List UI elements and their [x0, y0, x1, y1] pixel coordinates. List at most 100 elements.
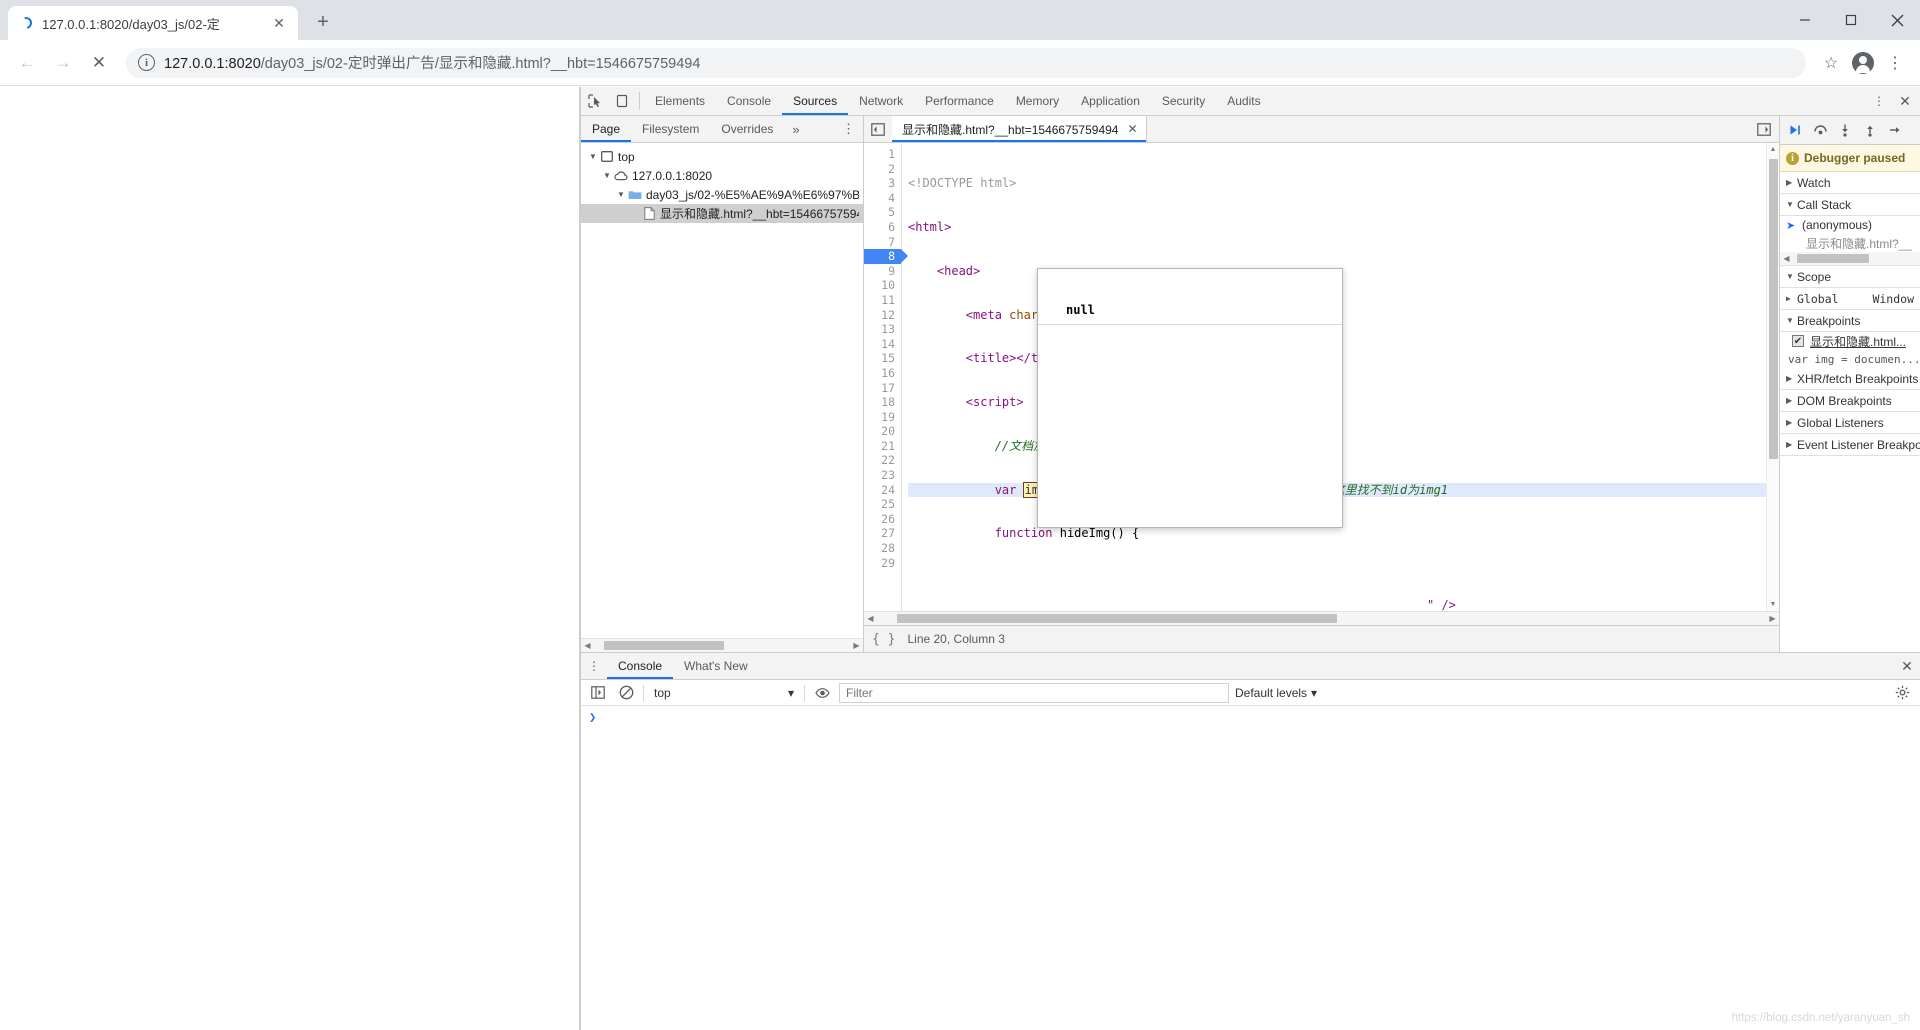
drawer-close-icon[interactable]: ✕	[1894, 653, 1920, 679]
chevron-down-icon[interactable]: ▼	[1786, 272, 1797, 281]
show-debugger-icon[interactable]	[1749, 116, 1779, 142]
line-number[interactable]: 6	[864, 220, 901, 235]
scroll-track[interactable]	[1793, 252, 1920, 265]
line-number[interactable]: 24	[864, 483, 901, 498]
line-number[interactable]: 26	[864, 512, 901, 527]
line-number[interactable]: 10	[864, 278, 901, 293]
tab-application[interactable]: Application	[1070, 87, 1151, 115]
tab-sources[interactable]: Sources	[782, 87, 849, 115]
section-scope[interactable]: ▼ Scope	[1780, 266, 1920, 288]
line-number[interactable]: 2	[864, 162, 901, 177]
line-number[interactable]: 21	[864, 439, 901, 454]
tab-security[interactable]: Security	[1151, 87, 1216, 115]
scope-global[interactable]: ▶ Global Window	[1780, 288, 1920, 310]
page-info-icon[interactable]: i	[138, 54, 155, 71]
tab-performance[interactable]: Performance	[914, 87, 1005, 115]
line-number[interactable]: 25	[864, 497, 901, 512]
back-icon[interactable]: ←	[10, 46, 44, 80]
line-number-gutter[interactable]: 1 2 3 4 5 6 7 8 9 10 11 12 13 14 15 16 1	[864, 143, 908, 611]
clear-console-icon[interactable]	[615, 683, 637, 703]
navtab-page[interactable]: Page	[581, 116, 632, 142]
line-number[interactable]: 15	[864, 351, 901, 366]
chevron-right-icon[interactable]: ▶	[1786, 374, 1797, 383]
breakpoint-checkbox[interactable]: ✔	[1792, 335, 1804, 347]
line-number[interactable]: 14	[864, 337, 901, 352]
line-number[interactable]: 7	[864, 235, 901, 250]
chevron-down-icon[interactable]: ▼	[601, 171, 613, 180]
tab-elements[interactable]: Elements	[644, 87, 716, 115]
close-icon[interactable]: ✕	[1127, 122, 1137, 136]
line-number[interactable]: 11	[864, 293, 901, 308]
chevron-right-icon[interactable]: ▶	[1786, 178, 1797, 187]
line-number[interactable]: 13	[864, 322, 901, 337]
chevron-right-icon[interactable]: ▶	[1786, 294, 1797, 303]
source-file-tab[interactable]: 显示和隐藏.html?__hbt=1546675759494 ✕	[892, 116, 1147, 142]
chevron-down-icon[interactable]: ▼	[615, 190, 627, 199]
drawer-tab-console[interactable]: Console	[607, 653, 674, 679]
pretty-print-icon[interactable]: { }	[872, 632, 895, 647]
execution-context-select[interactable]: top ▾	[650, 683, 798, 703]
navtab-overrides[interactable]: Overrides	[710, 116, 784, 142]
resume-icon[interactable]	[1784, 119, 1806, 141]
stop-loading-icon[interactable]: ✕	[82, 46, 116, 80]
navigator-hscrollbar[interactable]: ◀ ▶	[581, 638, 863, 652]
tab-memory[interactable]: Memory	[1005, 87, 1070, 115]
code-editor[interactable]: 1 2 3 4 5 6 7 8 9 10 11 12 13 14 15 16 1	[864, 143, 1779, 611]
browser-tab[interactable]: 127.0.0.1:8020/day03_js/02-定 ✕	[8, 6, 298, 40]
section-global-listeners[interactable]: ▶ Global Listeners	[1780, 412, 1920, 434]
line-number[interactable]: 18	[864, 395, 901, 410]
section-event-listener-breakpoints[interactable]: ▶ Event Listener Breakpo	[1780, 434, 1920, 456]
chevron-down-icon[interactable]: ▾	[788, 686, 794, 700]
forward-icon[interactable]: →	[46, 46, 80, 80]
step-out-icon[interactable]	[1859, 119, 1881, 141]
inspect-element-icon[interactable]	[581, 87, 608, 115]
scroll-down-icon[interactable]: ▼	[1767, 598, 1779, 611]
close-window-icon[interactable]	[1874, 4, 1920, 36]
show-navigator-icon[interactable]	[864, 116, 892, 142]
call-stack-hscrollbar[interactable]: ◀	[1780, 252, 1920, 266]
close-icon[interactable]: ✕	[270, 14, 288, 32]
line-number[interactable]: 1	[864, 147, 901, 162]
minimize-icon[interactable]	[1782, 4, 1828, 36]
address-bar[interactable]: i 127.0.0.1:8020/day03_js/02-定时弹出广告/显示和隐…	[126, 47, 1806, 78]
scroll-right-icon[interactable]: ▶	[850, 641, 863, 650]
devtools-close-icon[interactable]: ✕	[1890, 87, 1920, 115]
console-prompt[interactable]: ❯	[581, 710, 1920, 724]
gear-icon[interactable]	[1890, 685, 1914, 700]
chevron-down-icon[interactable]: ▼	[1786, 200, 1797, 209]
line-number[interactable]: 12	[864, 308, 901, 323]
call-stack-frame[interactable]: ➤ (anonymous)	[1780, 216, 1920, 234]
console-filter-input[interactable]: Filter	[839, 682, 1229, 703]
breakpoint-file[interactable]: 显示和隐藏.html...	[1810, 333, 1906, 350]
line-number[interactable]: 27	[864, 526, 901, 541]
bookmark-star-icon[interactable]: ☆	[1816, 48, 1846, 78]
breakpoint-line-number[interactable]: 8	[864, 249, 908, 264]
line-number[interactable]: 17	[864, 381, 901, 396]
section-watch[interactable]: ▶ Watch	[1780, 172, 1920, 194]
tab-console[interactable]: Console	[716, 87, 782, 115]
device-toolbar-icon[interactable]	[608, 87, 635, 115]
tree-item-top[interactable]: ▼ top	[581, 147, 863, 166]
new-tab-button[interactable]: +	[308, 7, 338, 37]
scroll-left-icon[interactable]: ◀	[581, 641, 594, 650]
chevron-right-icon[interactable]: ▶	[1786, 440, 1797, 449]
scroll-up-icon[interactable]: ▲	[1767, 143, 1779, 156]
section-breakpoints[interactable]: ▼ Breakpoints	[1780, 310, 1920, 332]
avatar[interactable]	[1848, 48, 1878, 78]
scroll-track[interactable]	[594, 639, 850, 652]
scroll-left-icon[interactable]: ◀	[864, 614, 877, 623]
live-expression-icon[interactable]	[811, 683, 833, 703]
drawer-more-icon[interactable]: ⋮	[581, 653, 607, 679]
chevron-right-icon[interactable]: ▶	[1786, 418, 1797, 427]
tree-item-folder[interactable]: ▼ day03_js/02-%E5%AE%9A%E6%97%B6%	[581, 185, 863, 204]
step-into-icon[interactable]	[1834, 119, 1856, 141]
log-levels-select[interactable]: Default levels ▾	[1235, 686, 1317, 700]
scroll-track[interactable]	[877, 612, 1766, 625]
tab-audits[interactable]: Audits	[1216, 87, 1271, 115]
chrome-menu-icon[interactable]: ⋮	[1880, 48, 1910, 78]
chevron-down-icon[interactable]: ▾	[1311, 686, 1317, 700]
line-number[interactable]: 20	[864, 424, 901, 439]
line-number[interactable]: 9	[864, 264, 901, 279]
navigator-more-icon[interactable]: »	[784, 116, 807, 142]
line-number[interactable]: 3	[864, 176, 901, 191]
